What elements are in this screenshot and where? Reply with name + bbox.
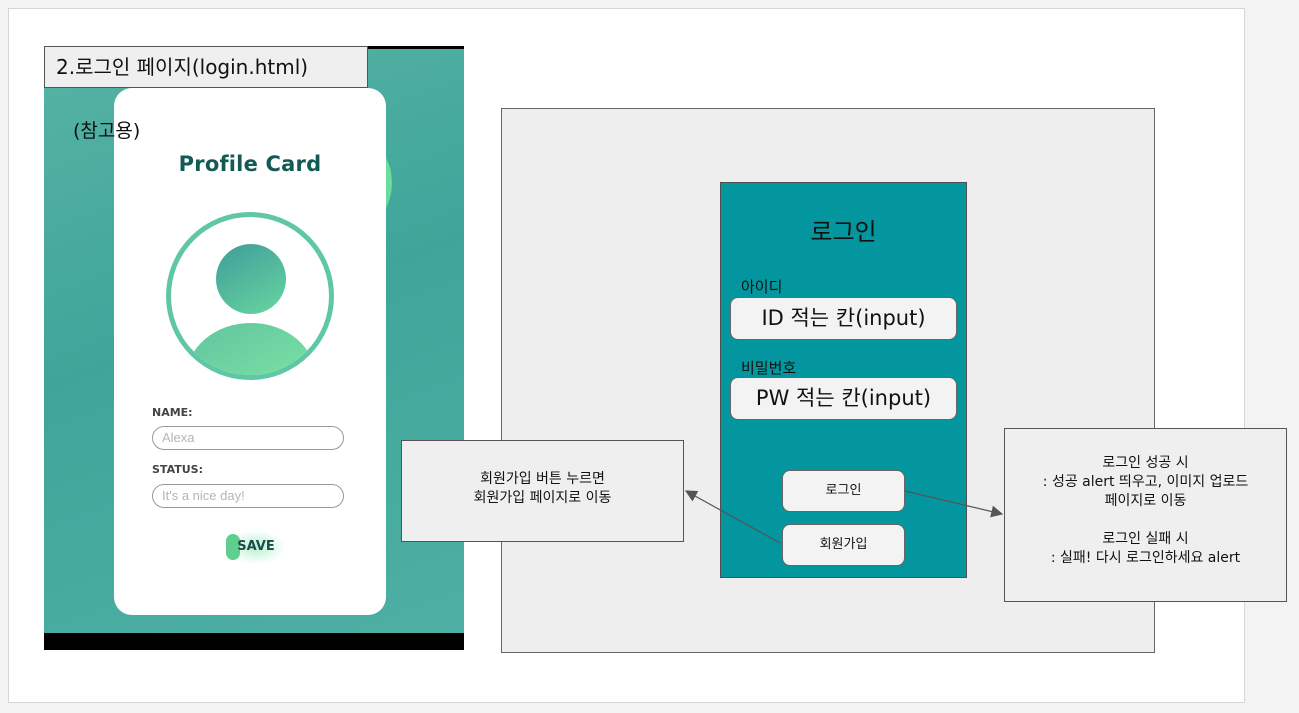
signup-arrow <box>684 490 781 544</box>
login-arrow <box>904 490 1004 518</box>
connector-arrows <box>684 490 1004 544</box>
